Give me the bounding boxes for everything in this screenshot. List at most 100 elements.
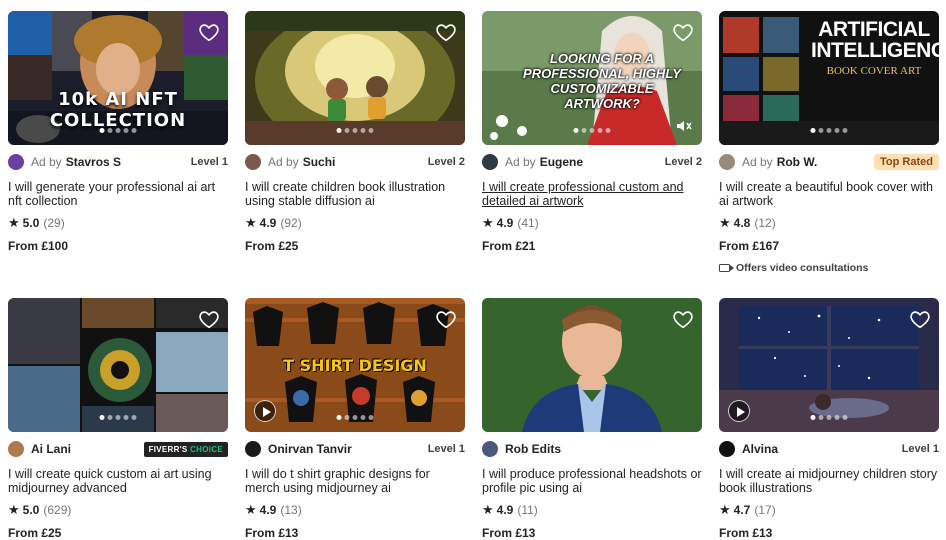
gig-card[interactable]: 10k AI NFT COLLECTION Ad by Stavros S Le… [8,11,228,253]
seller-name[interactable]: Stavros S [66,155,121,169]
seller-row: Alvina Level 1 [719,441,939,457]
gig-title[interactable]: I will generate your professional ai art… [8,180,228,208]
ad-label: Ad by [268,155,299,169]
gig-price[interactable]: From £21 [482,239,702,253]
gig-card[interactable]: T SHIRT DESIGN Onirvan Tanvir Level 1 I … [245,298,465,540]
carousel-dots[interactable] [336,415,374,420]
rating: ★ 4.8 (12) [719,215,939,230]
gig-title[interactable]: I will create professional custom and de… [482,180,702,208]
review-count: (13) [280,503,302,517]
ad-label: Ad by [742,155,773,169]
gig-price[interactable]: From £100 [8,239,228,253]
heart-icon[interactable] [198,308,220,330]
seller-name[interactable]: Eugene [540,155,583,169]
gig-card[interactable]: Rob Edits I will produce professional he… [482,298,702,540]
gig-card[interactable]: Alvina Level 1 I will create ai midjourn… [719,298,939,540]
avatar[interactable] [482,441,498,457]
carousel-dots[interactable] [99,128,137,133]
avatar[interactable] [719,154,735,170]
gig-image[interactable] [482,298,702,432]
carousel-dots[interactable] [336,128,374,133]
rating: ★ 5.0 (29) [8,215,228,230]
ad-label: Ad by [505,155,536,169]
seller-name[interactable]: Alvina [742,442,778,456]
mute-icon[interactable] [676,119,692,133]
gig-price[interactable]: From £13 [245,526,465,540]
seller-name[interactable]: Rob W. [777,155,818,169]
avatar[interactable] [719,441,735,457]
gig-price[interactable]: From £13 [719,526,939,540]
gig-price[interactable]: From £13 [482,526,702,540]
rating-value: 4.9 [259,216,277,230]
seller-name[interactable]: Ai Lani [31,442,71,456]
seller-row: Onirvan Tanvir Level 1 [245,441,465,457]
rating: ★ 4.9 (41) [482,215,702,230]
gig-title[interactable]: I will create quick custom ai art using … [8,467,228,495]
gig-image[interactable] [719,298,939,432]
heart-icon[interactable] [672,21,694,43]
gig-title[interactable]: I will create a beautiful book cover wit… [719,180,939,208]
heart-icon[interactable] [672,308,694,330]
gig-image[interactable]: 10k AI NFT COLLECTION [8,11,228,145]
rating: ★ 4.7 (17) [719,502,939,517]
play-icon[interactable] [254,400,276,422]
rating: ★ 4.9 (92) [245,215,465,230]
video-consultation-note: Offers video consultations [719,262,939,274]
star-icon: ★ [245,502,257,517]
gig-price[interactable]: From £25 [245,239,465,253]
gig-card[interactable]: ARTIFICIAL INTELLIGENCE BOOK COVER ART A… [719,11,939,274]
gig-title[interactable]: I will produce professional headshots or… [482,467,702,495]
avatar[interactable] [482,154,498,170]
gig-image[interactable]: LOOKING FOR A PROFESSIONAL, HIGHLY CUSTO… [482,11,702,145]
gig-image[interactable]: T SHIRT DESIGN [245,298,465,432]
gig-image[interactable] [8,298,228,432]
avatar[interactable] [245,154,261,170]
seller-row: Ad by Eugene Level 2 [482,154,702,170]
gig-title[interactable]: I will do t shirt graphic designs for me… [245,467,465,495]
review-count: (17) [754,503,776,517]
seller-name[interactable]: Onirvan Tanvir [268,442,352,456]
review-count: (629) [43,503,72,517]
rating-value: 5.0 [22,216,40,230]
gig-grid: 10k AI NFT COLLECTION Ad by Stavros S Le… [0,0,946,540]
avatar[interactable] [8,441,24,457]
carousel-dots[interactable] [810,128,848,133]
rating-value: 4.8 [733,216,751,230]
seller-row: Ad by Suchi Level 2 [245,154,465,170]
gig-card[interactable]: LOOKING FOR A PROFESSIONAL, HIGHLY CUSTO… [482,11,702,253]
gig-image[interactable]: ARTIFICIAL INTELLIGENCE BOOK COVER ART [719,11,939,145]
gig-image-caption: LOOKING FOR A PROFESSIONAL, HIGHLY CUSTO… [523,51,681,111]
gig-image-caption: T SHIRT DESIGN [283,356,427,375]
gig-card[interactable]: Ai Lani FIVERR'S CHOICE I will create qu… [8,298,228,540]
carousel-dots[interactable] [573,128,611,133]
rating-value: 4.9 [259,503,277,517]
gig-image[interactable] [245,11,465,145]
gig-price[interactable]: From £167 [719,239,939,253]
gig-card[interactable]: Ad by Suchi Level 2 I will create childr… [245,11,465,253]
heart-icon[interactable] [435,308,457,330]
star-icon: ★ [8,502,20,517]
heart-icon[interactable] [909,308,931,330]
gig-price[interactable]: From £25 [8,526,228,540]
heart-icon[interactable] [435,21,457,43]
seller-name[interactable]: Rob Edits [505,442,561,456]
play-icon[interactable] [728,400,750,422]
rating: ★ 4.9 (13) [245,502,465,517]
star-icon: ★ [719,502,731,517]
ad-label: Ad by [31,155,62,169]
rating-value: 4.9 [496,216,514,230]
avatar[interactable] [8,154,24,170]
avatar[interactable] [245,441,261,457]
carousel-dots[interactable] [810,415,848,420]
carousel-dots[interactable] [99,415,137,420]
gig-title[interactable]: I will create ai midjourney children sto… [719,467,939,495]
seller-name[interactable]: Suchi [303,155,336,169]
heart-icon[interactable] [198,21,220,43]
gig-image-art [245,11,465,145]
review-count: (92) [280,216,302,230]
seller-level-badge: Level 1 [190,156,228,168]
gig-title[interactable]: I will create children book illustration… [245,180,465,208]
fiverrs-choice-prefix: FIVERR'S [148,444,188,454]
seller-level-badge: Level 2 [664,156,702,168]
star-icon: ★ [245,215,257,230]
